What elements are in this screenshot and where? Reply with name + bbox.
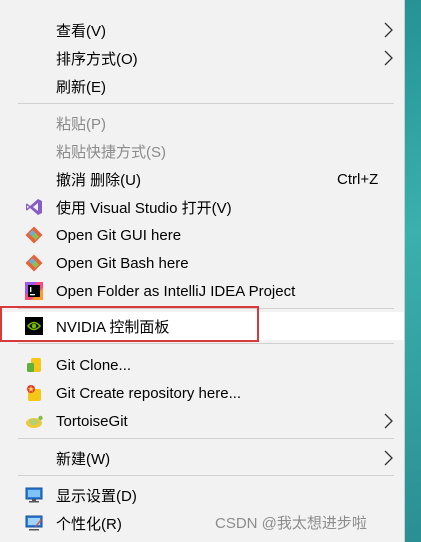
- menu-item-git-create-repository[interactable]: Git Create repository here...: [0, 379, 404, 407]
- menu-separator: [18, 438, 394, 439]
- menu-item-git-gui-label: Open Git GUI here: [56, 226, 182, 244]
- menu-item-git-bash[interactable]: Open Git Bash here: [0, 249, 404, 277]
- watermark: CSDN @我太想进步啦: [215, 515, 367, 532]
- menu-item-git-clone-label: Git Clone...: [56, 356, 132, 374]
- menu-item-new[interactable]: 新建(W): [0, 444, 404, 472]
- menu-item-display-settings-label: 显示设置(D): [56, 487, 137, 505]
- visual-studio-icon: [26, 199, 42, 215]
- highlight-annotation-box: [0, 306, 259, 342]
- menu-item-open-visual-studio[interactable]: 使用 Visual Studio 打开(V): [0, 193, 404, 221]
- tortoisegit-icon: [26, 415, 43, 428]
- menu-item-display-settings[interactable]: 显示设置(D): [0, 481, 404, 509]
- menu-item-paste-shortcut-label: 粘贴快捷方式(S): [56, 143, 166, 161]
- menu-item-undo-delete-label: 撤消 删除(U): [56, 171, 141, 189]
- menu-item-refresh[interactable]: 刷新(E): [0, 72, 404, 100]
- menu-item-open-intellij[interactable]: Open Folder as IntelliJ IDEA Project: [0, 277, 404, 305]
- menu-item-sort-label: 排序方式(O): [56, 50, 138, 68]
- undo-shortcut-label: Ctrl+Z: [337, 170, 379, 188]
- menu-item-open-intellij-label: Open Folder as IntelliJ IDEA Project: [56, 282, 296, 300]
- menu-item-personalize-label: 个性化(R): [56, 515, 122, 533]
- menu-item-paste-shortcut[interactable]: 粘贴快捷方式(S): [0, 137, 404, 165]
- personalize-icon: [25, 515, 43, 531]
- menu-item-paste[interactable]: 粘贴(P): [0, 109, 404, 137]
- chevron-right-icon: [384, 22, 393, 38]
- menu-item-paste-label: 粘贴(P): [56, 115, 106, 133]
- context-menu: 查看(V) 排序方式(O) 刷新(E) 粘贴(P) 粘贴快捷方式(S) 撤消 删…: [0, 0, 405, 542]
- chevron-right-icon: [384, 413, 393, 429]
- menu-item-undo-delete[interactable]: 撤消 删除(U) Ctrl+Z: [0, 165, 404, 193]
- menu-item-view-label: 查看(V): [56, 22, 106, 40]
- menu-item-git-clone[interactable]: Git Clone...: [0, 351, 404, 379]
- menu-item-git-create-repository-label: Git Create repository here...: [56, 384, 242, 402]
- menu-item-new-label: 新建(W): [56, 450, 111, 468]
- git-icon: [25, 226, 43, 244]
- menu-item-open-visual-studio-label: 使用 Visual Studio 打开(V): [56, 199, 232, 217]
- tortoisegit-create-icon: [27, 385, 41, 401]
- chevron-right-icon: [384, 50, 393, 66]
- chevron-right-icon: [384, 450, 393, 466]
- menu-separator: [18, 103, 394, 104]
- intellij-idea-icon: [25, 282, 43, 300]
- menu-item-view[interactable]: 查看(V): [0, 16, 404, 44]
- menu-item-refresh-label: 刷新(E): [56, 78, 106, 96]
- menu-item-git-gui[interactable]: Open Git GUI here: [0, 221, 404, 249]
- tortoisegit-clone-icon: [27, 358, 41, 372]
- menu-item-tortoisegit-label: TortoiseGit: [56, 412, 128, 430]
- git-icon: [25, 254, 43, 272]
- menu-separator: [18, 475, 394, 476]
- menu-item-git-bash-label: Open Git Bash here: [56, 254, 189, 272]
- menu-item-sort[interactable]: 排序方式(O): [0, 44, 404, 72]
- menu-item-tortoisegit[interactable]: TortoiseGit: [0, 407, 404, 435]
- menu-separator: [18, 343, 394, 344]
- display-settings-icon: [25, 487, 43, 503]
